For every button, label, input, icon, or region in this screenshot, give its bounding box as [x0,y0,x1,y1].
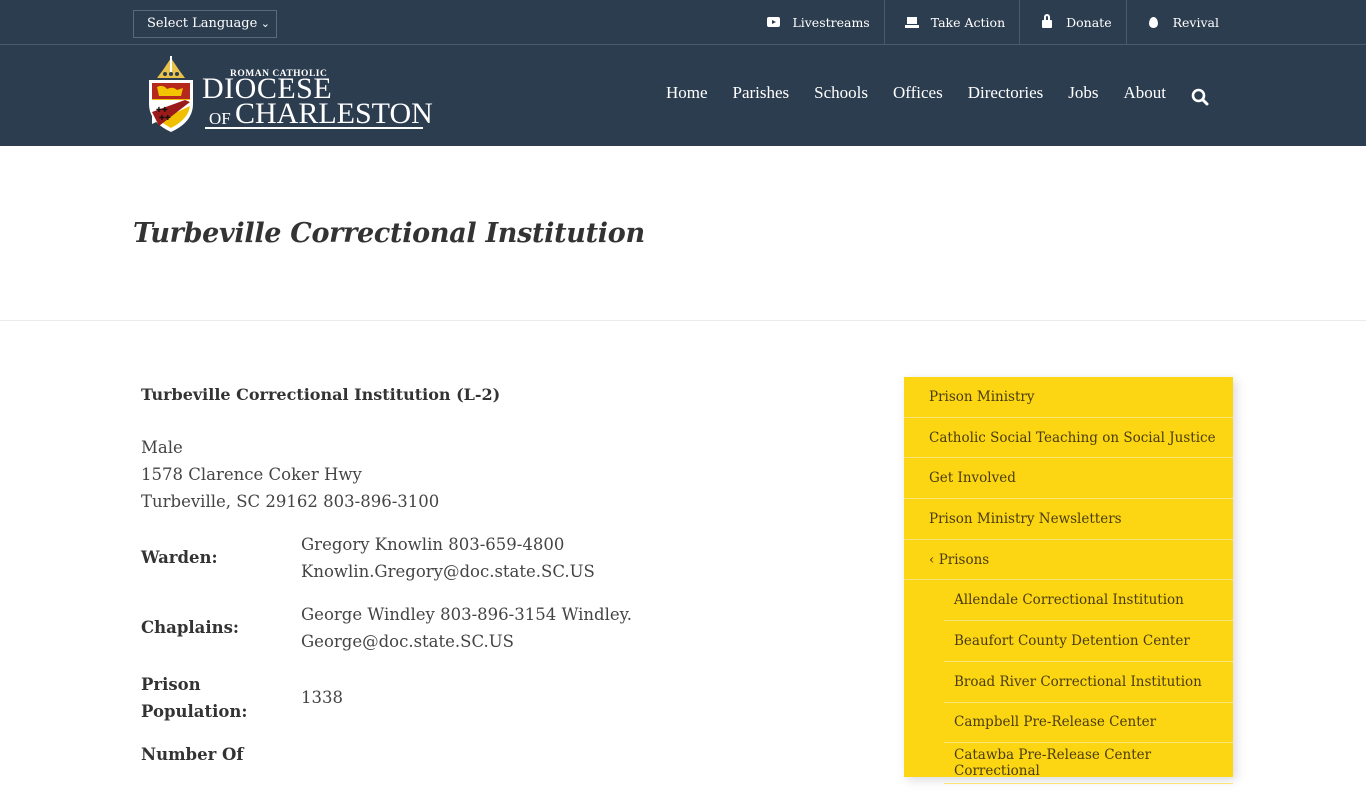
sidebar-subitem-catawba[interactable]: Catawba Pre-Release Center Correctional [944,743,1233,784]
sidebar-item-social-teaching[interactable]: Catholic Social Teaching on Social Justi… [904,418,1233,459]
page-title-band: Turbeville Correctional Institution [0,146,1366,321]
logo-charleston: CHARLESTON [235,97,433,130]
sidebar-subitem-campbell[interactable]: Campbell Pre-Release Center [944,703,1233,744]
language-select-label: Select Language [147,16,258,31]
population-label: Prison Population: [141,671,281,725]
warden-row: Warden: Gregory Knowlin 803-659-4800 Kno… [141,531,841,585]
sidebar-item-prison-ministry[interactable]: Prison Ministry [904,377,1233,418]
nav-directories[interactable]: Directories [968,83,1044,103]
donate-label: Donate [1066,14,1112,30]
page-title: Turbeville Correctional Institution [133,218,645,249]
chaplains-row: Chaplains: George Windley 803-896-3154 W… [141,601,841,655]
sidebar-subitem-broad-river[interactable]: Broad River Correctional Institution [944,662,1233,703]
address-line: 1578 Clarence Coker Hwy [141,465,362,484]
warden-name-phone: Gregory Knowlin 803-659-4800 [301,535,565,554]
revival-link[interactable]: Revival [1125,0,1233,44]
warden-email[interactable]: Knowlin.Gregory@doc.state.SC.US [301,558,651,585]
primary-nav-links: Home Parishes Schools Offices Directorie… [666,83,1166,103]
sidebar-item-prisons[interactable]: ‹ Prisons [904,540,1233,581]
institution-address: Male 1578 Clarence Coker Hwy Turbeville,… [141,434,841,515]
fire-icon [1147,16,1161,28]
logo-underline [205,127,423,129]
chaplain-name-phone: George Windley 803-896-3154 Windley. [301,605,633,624]
ballot-icon [904,16,919,28]
svg-text:✚✚: ✚✚ [156,106,168,114]
population-row: Prison Population: 1338 [141,671,841,725]
sidebar-item-get-involved[interactable]: Get Involved [904,458,1233,500]
logo-of: OF [209,109,231,128]
search-icon[interactable] [1191,88,1209,106]
sidebar-menu: Prison Ministry Catholic Social Teaching… [904,377,1233,784]
institution-name: Turbeville Correctional Institution (L-2… [141,385,501,404]
chaplains-label: Chaplains: [141,618,239,637]
donate-link[interactable]: Donate [1019,0,1125,44]
top-utility-bar: Select Language ⌄ Livestreams Take Actio… [0,0,1366,45]
chaplain-email[interactable]: George@doc.state.SC.US [301,628,701,655]
chevron-down-icon: ⌄ [260,17,270,30]
sidebar-item-newsletters[interactable]: Prison Ministry Newsletters [904,499,1233,540]
utility-links: Livestreams Take Action Donate Revival [746,0,1233,44]
nav-parishes[interactable]: Parishes [732,83,789,103]
take-action-link[interactable]: Take Action [883,0,1019,44]
nav-about[interactable]: About [1124,83,1167,103]
population-label-line: Prison [141,675,201,694]
take-action-label: Take Action [930,14,1006,30]
language-select[interactable]: Select Language ⌄ [133,10,277,38]
lock-icon [1040,14,1054,28]
population-value: 1338 [301,688,343,707]
youtube-icon [766,17,780,27]
chaplains-value: George Windley 803-896-3154 Windley. Geo… [301,601,701,655]
sidebar-subitem-beaufort[interactable]: Beaufort County Detention Center [944,621,1233,662]
population-label-line: Population: [141,702,248,721]
crest-icon: ✚✚ ✚✚ [149,56,193,132]
sidebar-subitem-allendale[interactable]: Allendale Correctional Institution [944,580,1233,622]
address-line: Male [141,438,183,457]
warden-label: Warden: [141,548,218,567]
diocese-logo[interactable]: ✚✚ ✚✚ ROMAN CATHOLIC DIOCESE OF CHARLEST… [145,56,433,134]
nav-home[interactable]: Home [666,83,708,103]
nav-offices[interactable]: Offices [893,83,943,103]
institution-details: Turbeville Correctional Institution (L-2… [141,385,841,795]
address-line: Turbeville, SC 29162 803-896-3100 [141,492,440,511]
warden-value: Gregory Knowlin 803-659-4800 Knowlin.Gre… [301,531,651,585]
main-navigation: ✚✚ ✚✚ ROMAN CATHOLIC DIOCESE OF CHARLEST… [0,45,1366,146]
livestreams-label: Livestreams [792,14,870,30]
nav-jobs[interactable]: Jobs [1068,83,1098,103]
revival-label: Revival [1172,14,1219,30]
number-of-row: Number Of [141,741,841,795]
nav-schools[interactable]: Schools [814,83,868,103]
number-of-label: Number Of [141,745,244,764]
livestreams-link[interactable]: Livestreams [746,0,883,44]
svg-text:✚✚: ✚✚ [159,114,171,122]
